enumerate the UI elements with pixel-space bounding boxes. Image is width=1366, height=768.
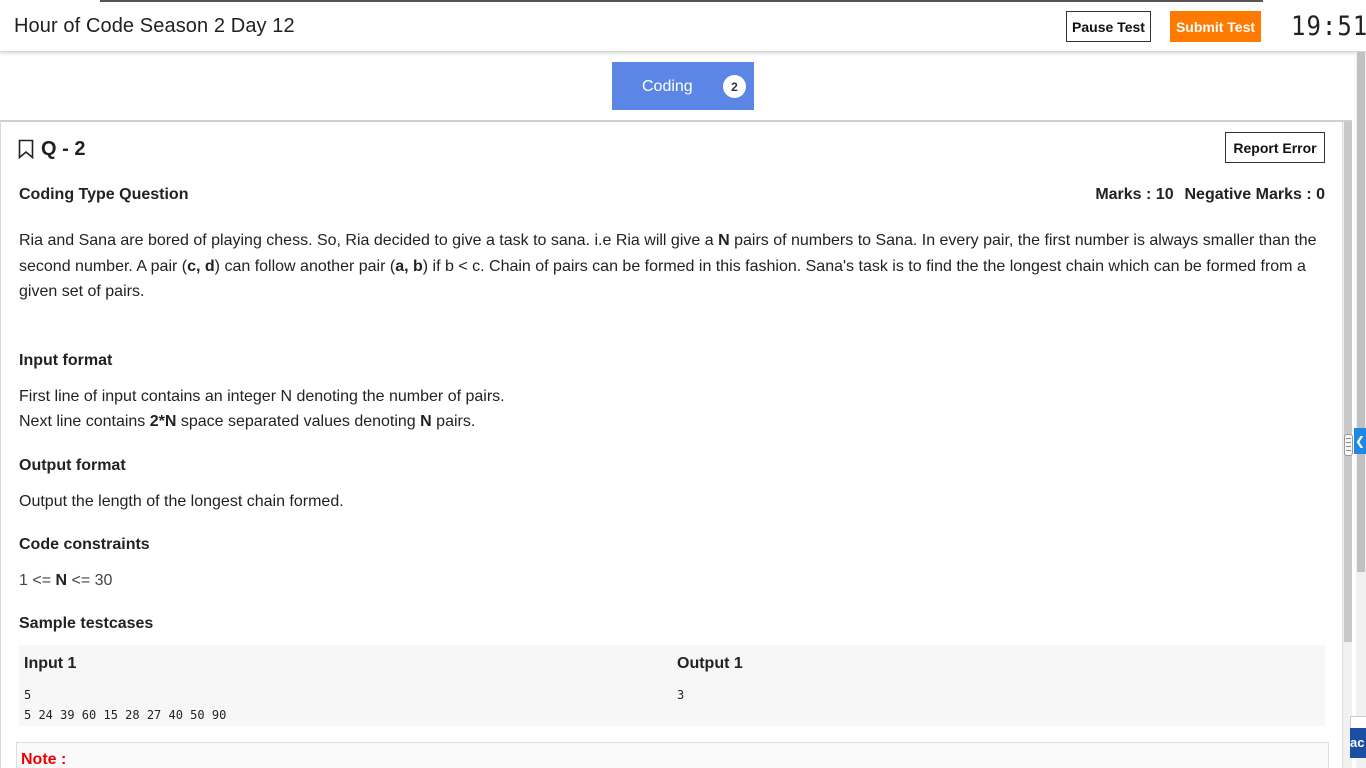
top-progress-line [100,0,1263,2]
input-format-bold: 2*N [149,413,177,430]
code-constraints-heading: Code constraints [19,536,150,553]
statement-text: ) can follow another pair ( [214,257,396,275]
section-tab-label: Coding [642,78,693,95]
bookmark-icon[interactable] [18,139,34,159]
input-format-bold: N [420,413,432,430]
output-format-text: Output the length of the longest chain f… [19,493,344,510]
input-format-text: pairs. [431,413,476,430]
sample-input-title: Input 1 [24,655,77,672]
statement-bold: c, d [187,257,215,275]
sample-input-body: 5 5 24 39 60 15 28 27 40 50 90 [24,688,227,722]
countdown-timer: 19:51 [1291,10,1366,42]
note-box: Note : [16,742,1329,768]
input-format-line-2: Next line contains 2*N space separated v… [19,409,1319,434]
pause-test-button[interactable]: Pause Test [1066,11,1151,42]
input-format-text: space separated values denoting [176,413,421,430]
sample-output-body: 3 [677,688,685,702]
input-format-line-1: First line of input contains an integer … [19,388,505,405]
side-tab-edge [1350,716,1366,728]
statement-bold: N [718,232,730,249]
top-bar: Hour of Code Season 2 Day 12 Pause Test … [0,0,1366,52]
sample-output-column: Output 1 3 [672,645,1325,726]
section-question-count-badge: 2 [723,75,746,98]
sample-input-column: Input 1 5 5 24 39 60 15 28 27 40 50 90 [19,645,672,726]
test-title: Hour of Code Season 2 Day 12 [14,15,295,37]
constraint-bold: N [55,572,68,589]
statement-bold: a, b [395,257,423,275]
question-type: Coding Type Question [19,186,189,203]
constraint-text: 1 <= [19,572,56,589]
report-error-button[interactable]: Report Error [1225,132,1325,163]
page-scrollbar-thumb[interactable] [1357,52,1365,572]
question-panel: Q - 2 Report Error Coding Type Question … [0,120,1352,768]
question-number: Q - 2 [41,138,86,160]
statement-text: Ria and Sana are bored of playing chess.… [19,232,719,249]
collapse-panel-chevron-left-icon[interactable]: ❮ [1354,428,1366,454]
sample-testcases-heading: Sample testcases [19,615,154,632]
output-format-heading: Output format [19,457,126,474]
marks-info: Marks : 10 Negative Marks : 0 [1093,186,1325,204]
page-scrollbar[interactable] [1356,52,1366,768]
marks-value: Marks : 10 [1095,186,1174,203]
problem-statement: Ria and Sana are bored of playing chess.… [19,228,1329,305]
negative-marks-value: Negative Marks : 0 [1184,186,1325,203]
submit-test-button[interactable]: Submit Test [1170,11,1261,42]
note-label: Note : [21,751,67,768]
question-scrollbar-thumb[interactable] [1344,122,1352,642]
sample-testcase-box: Input 1 5 5 24 39 60 15 28 27 40 50 90 O… [19,645,1325,726]
sample-output-title: Output 1 [677,655,743,672]
input-format-heading: Input format [19,352,113,369]
section-tab-coding[interactable]: Coding 2 [612,62,754,110]
constraint-text: <= 30 [67,572,113,589]
code-constraints-text: 1 <= N <= 30 [19,568,1319,593]
side-panel-tab[interactable]: ac [1350,728,1366,758]
panel-resize-handle[interactable] [1344,434,1353,456]
input-format-text: Next line contains [19,413,150,430]
